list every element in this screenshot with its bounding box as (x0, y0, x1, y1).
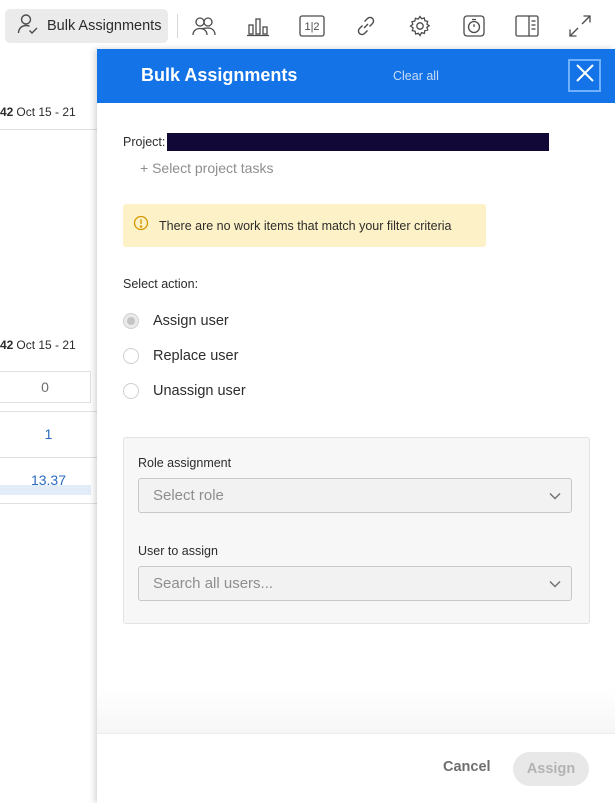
select-action-label: Select action: (123, 277, 199, 291)
select-role-placeholder: Select role (153, 487, 224, 504)
warning-text: There are no work items that match your … (159, 218, 452, 233)
project-name-redacted (167, 133, 550, 151)
radio-button[interactable] (123, 383, 139, 399)
week-number: 42 (0, 338, 14, 352)
cancel-button[interactable]: Cancel (443, 759, 491, 775)
project-label: Project: (123, 135, 166, 149)
side-panel-icon[interactable] (513, 12, 541, 40)
bulk-assignments-button[interactable]: Bulk Assignments (5, 9, 168, 43)
highlight-band (0, 485, 91, 495)
page-split-text: 1|2 (304, 21, 319, 33)
row-divider (0, 503, 97, 504)
panel-title: Bulk Assignments (141, 65, 298, 85)
search-users-dropdown[interactable]: Search all users... (138, 566, 572, 601)
panel-footer: Cancel Assign (97, 733, 615, 803)
role-assignment-label: Role assignment (138, 456, 232, 470)
row-divider (0, 457, 97, 458)
bulk-assignments-label: Bulk Assignments (47, 18, 162, 34)
project-row: Project: (123, 133, 550, 151)
row-divider (0, 411, 97, 412)
week-number: 42 (0, 105, 14, 119)
toolbar-divider (177, 14, 178, 38)
radio-label: Assign user (153, 313, 229, 329)
radio-assign-user[interactable]: Assign user (123, 313, 229, 329)
expand-icon[interactable] (566, 12, 594, 40)
background-table: 42 Oct 15 - 21 42 Oct 15 - 21 0 1 13.37 (0, 52, 97, 803)
clear-all-button[interactable]: Clear all (393, 69, 439, 83)
close-icon (575, 63, 595, 88)
radio-label: Replace user (153, 348, 239, 364)
week-column-header: 42 Oct 15 - 21 (0, 95, 97, 129)
user-to-assign-label: User to assign (138, 544, 218, 558)
top-toolbar: Bulk Assignments 1|2 (0, 0, 615, 52)
select-role-dropdown[interactable]: Select role (138, 478, 572, 513)
bar-chart-icon[interactable] (244, 12, 272, 40)
warning-banner: There are no work items that match your … (123, 204, 486, 247)
assign-button[interactable]: Assign (513, 752, 589, 786)
gear-icon[interactable] (406, 12, 434, 40)
bulk-assignments-panel: Bulk Assignments Clear all Project: + Se… (97, 49, 615, 803)
warning-icon (133, 215, 149, 236)
user-check-icon (17, 13, 39, 40)
assignment-options-box: Role assignment Select role User to assi… (123, 437, 590, 624)
chevron-down-icon (549, 575, 561, 593)
week-range: Oct 15 - 21 (16, 105, 76, 119)
table-cell-link[interactable]: 1 (0, 426, 97, 442)
chevron-down-icon (549, 487, 561, 505)
team-icon[interactable] (190, 12, 218, 40)
radio-label: Unassign user (153, 383, 246, 399)
close-button[interactable] (568, 59, 601, 92)
radio-replace-user[interactable]: Replace user (123, 348, 238, 364)
radio-button[interactable] (123, 348, 139, 364)
search-users-placeholder: Search all users... (153, 575, 274, 592)
table-cell: 0 (0, 371, 91, 403)
radio-button[interactable] (123, 313, 139, 329)
link-icon[interactable] (352, 12, 380, 40)
row-divider (0, 129, 97, 130)
footer-fade (97, 689, 615, 733)
radio-unassign-user[interactable]: Unassign user (123, 383, 246, 399)
page-split-icon[interactable]: 1|2 (298, 12, 326, 40)
select-project-tasks-link[interactable]: + Select project tasks (140, 160, 273, 176)
panel-header: Bulk Assignments Clear all (97, 49, 615, 103)
week-column-header: 42 Oct 15 - 21 (0, 328, 97, 362)
week-range: Oct 15 - 21 (16, 338, 76, 352)
timer-icon[interactable] (460, 12, 488, 40)
